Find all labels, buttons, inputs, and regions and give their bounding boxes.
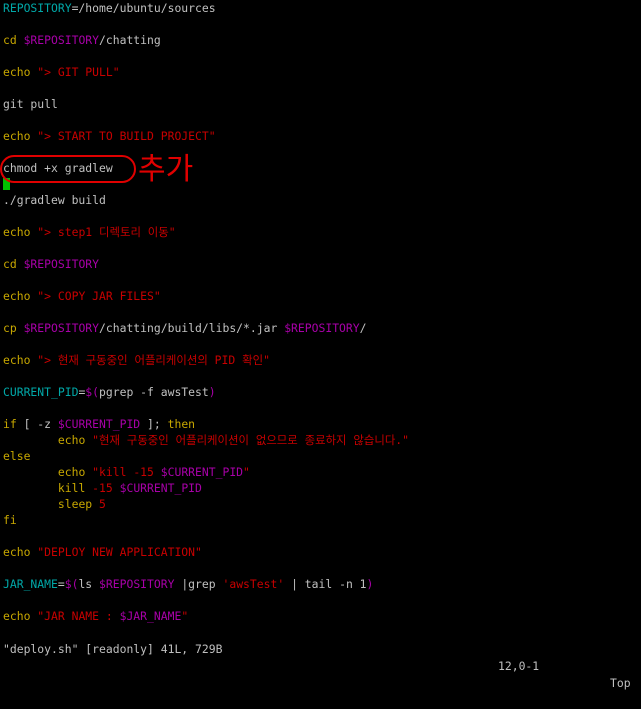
code-line[interactable]: echo "JAR NAME : $JAR_NAME" — [3, 608, 188, 624]
code-token: echo — [3, 545, 38, 559]
code-token: "> START TO BUILD PROJECT" — [37, 129, 216, 143]
code-line[interactable]: echo "> 현재 구동중인 어플리케이션의 PID 확인" — [3, 352, 270, 368]
code-token: CURRENT_PID — [3, 385, 79, 399]
code-token: "> GIT PULL" — [37, 65, 120, 79]
code-token: 'awsTest' — [222, 577, 285, 591]
code-line[interactable]: echo "> COPY JAR FILES" — [3, 288, 161, 304]
code-token: -15 — [92, 481, 120, 495]
code-line[interactable]: if [ -z $CURRENT_PID ]; then — [3, 416, 195, 432]
code-token: $REPOSITORY — [23, 321, 100, 335]
code-token: pgrep -f awsTest — [99, 385, 209, 399]
code-token: = — [57, 577, 65, 591]
code-line[interactable]: cp $REPOSITORY/chatting/build/libs/*.jar… — [3, 320, 366, 336]
code-token: echo — [3, 129, 38, 143]
code-token: "kill -15 — [92, 465, 161, 479]
code-token: |grep — [174, 577, 223, 591]
code-token: ]; — [140, 417, 168, 431]
code-line[interactable]: cd $REPOSITORY/chatting — [3, 32, 161, 48]
status-bar: "deploy.sh" [readonly] 41L, 729B 12,0-1 … — [0, 624, 641, 690]
code-token: $CURRENT_PID — [160, 465, 244, 479]
code-token: "DEPLOY NEW APPLICATION" — [37, 545, 202, 559]
code-token: [ -z — [23, 417, 58, 431]
status-file-info: "deploy.sh" [readonly] 41L, 729B — [3, 642, 223, 656]
code-token: if — [3, 417, 24, 431]
code-token: kill — [57, 481, 93, 495]
code-token: "JAR NAME : — [37, 609, 120, 623]
vim-editor[interactable]: REPOSITORY=/home/ubuntu/sources cd $REPOS… — [0, 0, 641, 690]
code-line[interactable]: sleep 5 — [3, 496, 106, 512]
code-token: git pull — [3, 97, 58, 111]
code-token: $CURRENT_PID — [119, 481, 202, 495]
code-token: echo — [3, 353, 38, 367]
code-token: else — [3, 449, 31, 463]
code-line[interactable]: git pull — [3, 96, 58, 112]
code-token: =/home/ubuntu/sources — [71, 1, 216, 15]
annotation-label: 추가 — [138, 152, 194, 187]
code-token: $REPOSITORY — [284, 321, 360, 335]
code-token: echo — [3, 225, 38, 239]
code-token: /chatting — [99, 33, 161, 47]
code-token: "> COPY JAR FILES" — [37, 289, 161, 303]
code-token: /chatting/build/libs/*.jar — [99, 321, 285, 335]
status-scroll-position: Top — [610, 676, 631, 690]
code-token: echo — [3, 289, 38, 303]
code-token: ls — [78, 577, 100, 591]
code-token: " — [181, 609, 189, 623]
code-token: ) — [366, 577, 374, 591]
code-token: $JAR_NAME — [119, 609, 182, 623]
code-line[interactable]: cd $REPOSITORY — [3, 256, 99, 272]
code-token: echo — [3, 65, 38, 79]
code-token: "> step1 디렉토리 이동" — [37, 225, 176, 239]
code-token: REPOSITORY — [3, 1, 72, 15]
code-token: 5 — [99, 497, 106, 511]
code-token: cp — [3, 321, 24, 335]
code-token: $( — [85, 385, 100, 399]
code-line[interactable]: echo "DEPLOY NEW APPLICATION" — [3, 544, 202, 560]
code-line[interactable]: REPOSITORY=/home/ubuntu/sources — [3, 0, 216, 16]
code-line[interactable]: echo "> GIT PULL" — [3, 64, 120, 80]
code-line[interactable]: kill -15 $CURRENT_PID — [3, 480, 202, 496]
code-token: echo — [57, 433, 93, 447]
code-line[interactable]: echo "> START TO BUILD PROJECT" — [3, 128, 216, 144]
code-token: " — [243, 465, 250, 479]
code-token: then — [167, 417, 196, 431]
code-line[interactable]: ./gradlew build — [3, 192, 106, 208]
code-token: "현재 구동중인 어플리케이션이 없으므로 종료하지 않습니다." — [92, 433, 410, 447]
code-token: $REPOSITORY — [23, 257, 100, 271]
code-token: echo — [3, 609, 38, 623]
code-token: sleep — [57, 497, 100, 511]
code-token: echo — [57, 465, 93, 479]
code-line[interactable]: echo "kill -15 $CURRENT_PID" — [3, 464, 250, 480]
code-token: cd — [3, 257, 24, 271]
code-line[interactable]: fi — [3, 512, 17, 528]
code-token: | tail -n 1 — [284, 577, 367, 591]
code-token: / — [359, 321, 367, 335]
code-token: ./gradlew build — [3, 193, 106, 207]
annotation-highlight-oval — [0, 155, 136, 183]
code-token: $REPOSITORY — [23, 33, 100, 47]
code-token: ) — [208, 385, 216, 399]
code-line[interactable]: echo "현재 구동중인 어플리케이션이 없으므로 종료하지 않습니다." — [3, 432, 409, 448]
code-line[interactable]: else — [3, 448, 30, 464]
status-cursor-position: 12,0-1 — [498, 659, 540, 673]
code-token: "> 현재 구동중인 어플리케이션의 PID 확인" — [37, 353, 270, 367]
code-token: $( — [64, 577, 79, 591]
code-token: $REPOSITORY — [99, 577, 175, 591]
code-token: JAR_NAME — [3, 577, 58, 591]
code-line[interactable]: JAR_NAME=$(ls $REPOSITORY |grep 'awsTest… — [3, 576, 373, 592]
code-line[interactable]: CURRENT_PID=$(pgrep -f awsTest) — [3, 384, 216, 400]
code-token: $CURRENT_PID — [57, 417, 141, 431]
code-line[interactable]: echo "> step1 디렉토리 이동" — [3, 224, 176, 240]
code-token: fi — [3, 513, 17, 527]
code-token: cd — [3, 33, 24, 47]
